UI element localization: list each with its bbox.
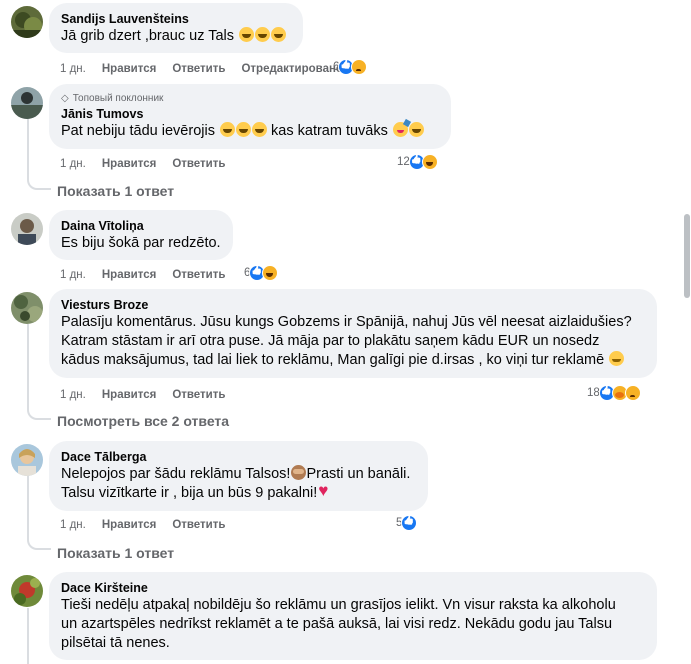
- reply-button[interactable]: Ответить: [172, 62, 225, 76]
- thread-connector: [27, 178, 51, 190]
- like-button[interactable]: Нравится: [102, 268, 156, 282]
- reaction-summary[interactable]: 6: [333, 59, 368, 75]
- reply-button[interactable]: Ответить: [172, 157, 225, 171]
- timestamp[interactable]: 1 дн.: [60, 268, 86, 282]
- timestamp[interactable]: 1 дн.: [60, 518, 86, 532]
- comment-author[interactable]: Jānis Tumovs: [61, 106, 439, 122]
- thread-connector: [27, 408, 51, 420]
- comment-actions: 1 дн. Нравится Ответить: [60, 157, 241, 171]
- thread-line: [27, 118, 29, 178]
- show-replies-link[interactable]: Показать 1 ответ: [57, 183, 174, 199]
- like-button[interactable]: Нравится: [102, 518, 156, 532]
- like-button[interactable]: Нравится: [102, 157, 156, 171]
- heart-emoji-icon: [318, 481, 333, 500]
- reply-button[interactable]: Ответить: [172, 518, 225, 532]
- comment-text-b: Prasti un banāli.: [306, 466, 411, 482]
- reaction-count: 18: [587, 387, 600, 399]
- laughing-emoji-icon: [255, 27, 271, 42]
- reaction-summary[interactable]: 18: [587, 385, 641, 401]
- monkey-emoji-icon: [291, 465, 307, 480]
- reaction-summary[interactable]: 6: [244, 265, 279, 281]
- comment-bubble: Viesturs Broze Palasīju komentārus. Jūsu…: [49, 289, 657, 378]
- comment-text-2: Talsu vizītkarte ir , bija un būs 9 paka…: [61, 485, 318, 501]
- avatar[interactable]: [11, 292, 43, 324]
- timestamp[interactable]: 1 дн.: [60, 388, 86, 402]
- avatar[interactable]: [11, 444, 43, 476]
- avatar[interactable]: [11, 575, 43, 607]
- scrollbar-thumb[interactable]: [684, 214, 690, 298]
- comment-text: Pat nebiju tādu ievērojis: [61, 123, 215, 139]
- smile-emoji-icon: [609, 351, 625, 366]
- timestamp[interactable]: 1 дн.: [60, 62, 86, 76]
- show-replies-link[interactable]: Посмотреть все 2 ответа: [57, 413, 229, 429]
- laughing-emoji-icon: [271, 27, 287, 42]
- party-emoji-icon: [392, 122, 408, 137]
- comment-text: Es biju šokā par redzēto.: [61, 235, 221, 251]
- reply-button[interactable]: Ответить: [172, 388, 225, 402]
- reaction-summary[interactable]: 5: [396, 515, 418, 531]
- comment-text: Tieši nedēļu atpakaļ nobildēju šo reklām…: [61, 597, 616, 651]
- thread-line: [27, 324, 29, 408]
- comment-actions: 1 дн. Нравится Ответить: [60, 518, 241, 532]
- comment-bubble: ◇ Топовый поклонник Jānis Tumovs Pat nebi…: [49, 84, 451, 149]
- comment-bubble: Sandijs Lauvenšteins Jā grib dzert ,brau…: [49, 3, 303, 53]
- reaction-count: 12: [397, 156, 410, 168]
- avatar[interactable]: [11, 213, 43, 245]
- comment-text: Nelepojos par šādu reklāmu Talsos!: [61, 466, 291, 482]
- sad-icon: [351, 59, 368, 75]
- sad-icon: [624, 385, 641, 401]
- diamond-icon: ◇: [61, 93, 69, 104]
- thread-line: [27, 608, 29, 664]
- laughing-emoji-icon: [252, 122, 267, 137]
- comment-text: Palasīju komentārus. Jūsu kungs Gobzems …: [61, 314, 632, 368]
- comment-bubble: Dace Kiršteine Tieši nedēļu atpakaļ nobi…: [49, 572, 657, 660]
- haha-icon: [421, 154, 438, 170]
- laughing-emoji-icon: [236, 122, 251, 137]
- comment-author[interactable]: Sandijs Lauvenšteins: [61, 11, 291, 27]
- reaction-summary[interactable]: 12: [397, 154, 438, 170]
- comment-author[interactable]: Dace Tālberga: [61, 449, 416, 465]
- comment-bubble: Dace Tālberga Nelepojos par šādu reklāmu…: [49, 441, 428, 511]
- laughing-emoji-icon: [408, 122, 424, 137]
- comment-bubble: Daina Vītoliņa Es biju šokā par redzēto.: [49, 210, 233, 260]
- avatar[interactable]: [11, 6, 43, 38]
- like-button[interactable]: Нравится: [102, 388, 156, 402]
- laughing-emoji-icon: [239, 27, 255, 42]
- timestamp[interactable]: 1 дн.: [60, 157, 86, 171]
- laughing-emoji-icon: [220, 122, 235, 137]
- comment-text: Jā grib dzert ,brauc uz Tals: [61, 28, 235, 44]
- comment-actions: 1 дн. Нравится Ответить: [60, 388, 241, 402]
- top-fan-badge: ◇ Топовый поклонник: [61, 93, 164, 104]
- edited-label[interactable]: Отредактировано: [241, 62, 342, 76]
- like-icon: [401, 515, 418, 531]
- avatar[interactable]: [11, 87, 43, 119]
- show-replies-link[interactable]: Показать 1 ответ: [57, 545, 174, 561]
- comment-actions: 1 дн. Нравится Ответить Отредактировано: [60, 62, 359, 76]
- comment-author[interactable]: Daina Vītoliņa: [61, 218, 221, 234]
- comment-author[interactable]: Viesturs Broze: [61, 297, 645, 313]
- thread-connector: [27, 538, 51, 550]
- comment-author[interactable]: Dace Kiršteine: [61, 580, 645, 596]
- haha-icon: [262, 265, 279, 281]
- comment-text-2: kas katram tuvāks: [271, 123, 388, 139]
- reply-button[interactable]: Ответить: [172, 268, 225, 282]
- comment-actions: 1 дн. Нравится Ответить: [60, 268, 241, 282]
- like-button[interactable]: Нравится: [102, 62, 156, 76]
- thread-line: [27, 476, 29, 538]
